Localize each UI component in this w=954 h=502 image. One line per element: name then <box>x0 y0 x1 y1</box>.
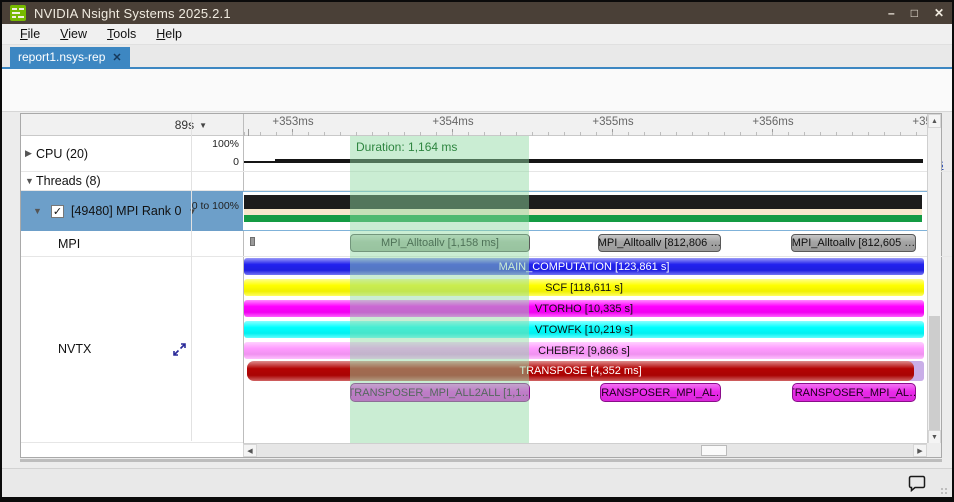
vertical-scrollbar[interactable]: ▲ ▼ <box>927 114 941 444</box>
thread-state-bar-black <box>244 195 922 209</box>
timeline-ruler[interactable]: 89s ▼ +353ms +354ms +355ms +356ms +357ms <box>21 114 941 136</box>
tree-row-mpi[interactable]: MPI <box>58 231 80 256</box>
tab-bar: report1.nsys-rep ✕ <box>2 45 952 69</box>
menu-file[interactable]: File <box>10 24 50 45</box>
nvtx-bar-label: VTOWFK [10,219 s] <box>534 323 634 336</box>
nvtx-range-transpose[interactable]: TRANSPOSE [4,352 ms] <box>247 361 914 381</box>
ruler-ticks-area: +353ms +354ms +355ms +356ms +357ms <box>243 114 927 136</box>
collapse-arrow-icon[interactable]: ▼ <box>33 206 44 216</box>
nvtx-range-main-computation[interactable]: MAIN_COMPUTATION [123,861 s] <box>244 258 924 275</box>
scroll-up-arrow[interactable]: ▲ <box>928 114 941 128</box>
feedback-bubble-icon[interactable] <box>908 474 926 492</box>
selection-duration-label: Duration: 1,164 ms <box>356 140 458 154</box>
column-separator <box>191 114 192 441</box>
menu-bar: File View Tools Help <box>2 24 952 45</box>
mpi-row-label: MPI <box>58 236 81 251</box>
nvtx-range-vtorho[interactable]: VTORHO [10,335 s] <box>244 300 924 317</box>
collapse-arrow-icon[interactable]: ▼ <box>25 176 36 186</box>
mpi-bar-label: MPI_Alltoallv [812,806 … <box>598 237 721 249</box>
tree-row-mpi-rank-selected[interactable]: ▼ ✓ [49480] MPI Rank 0 ▼ 0 to 100% <box>21 191 243 231</box>
cpu-scale-max: 100% <box>212 138 239 150</box>
nvtx-bar-label: CHEBFI2 [9,866 s] <box>538 344 630 357</box>
menu-view[interactable]: View <box>50 24 97 45</box>
status-bar <box>2 468 952 497</box>
menu-help[interactable]: Help <box>146 24 192 45</box>
cpu-utilization-line-thick <box>275 159 923 163</box>
mpi-bar-label: MPI_Alltoallv [812,605 … <box>791 237 916 249</box>
cpu-row-label: CPU (20) <box>36 146 89 161</box>
time-range-selector[interactable]: 89s ▼ <box>21 114 243 136</box>
mpi-alltoallv-bar[interactable]: MPI_Alltoallv [812,806 … <box>598 234 721 252</box>
nvtx-range-transposer[interactable]: TRANSPOSER_MPI_ALL2ALL [1,1… <box>350 383 530 402</box>
tick-label: +354ms <box>432 116 474 128</box>
scroll-down-arrow[interactable]: ▼ <box>928 430 941 444</box>
nvtx-range-transposer[interactable]: TRANSPOSER_MPI_AL… <box>792 383 916 402</box>
vertical-scroll-thumb[interactable] <box>929 316 940 430</box>
tab-report1[interactable]: report1.nsys-rep ✕ <box>10 47 130 67</box>
scroll-left-arrow[interactable]: ◀ <box>243 444 257 457</box>
minor-ticks <box>243 132 927 136</box>
threads-row-label: Threads (8) <box>36 174 101 188</box>
menu-tools[interactable]: Tools <box>97 24 146 45</box>
nvtx-range-chebfi2[interactable]: CHEBFI2 [9,866 s] <box>244 342 924 359</box>
mpi-alltoallv-bar[interactable]: MPI_Alltoallv [812,605 … <box>791 234 916 252</box>
cpu-scale-min: 0 <box>233 156 239 168</box>
rank-checkbox[interactable]: ✓ <box>51 204 64 218</box>
tree-row-nvtx[interactable]: NVTX <box>58 256 91 442</box>
expand-arrow-icon[interactable]: ▶ <box>25 148 36 159</box>
tree-row-threads[interactable]: ▼ Threads (8) <box>25 171 241 191</box>
nsight-systems-window: NVIDIA Nsight Systems 2025.2.1 – □ ✕ Fil… <box>0 0 954 502</box>
horizontal-scrollbar[interactable]: ◀ ▶ <box>243 443 927 457</box>
nvtx-row-label: NVTX <box>58 342 92 356</box>
minimize-button[interactable]: – <box>888 2 895 24</box>
mpi-alltoallv-bar[interactable]: MPI_Alltoallv [1,158 ms] <box>350 234 530 252</box>
app-logo-icon <box>10 5 26 21</box>
thread-state-bar-green <box>244 215 922 222</box>
timeline-panel: 89s ▼ +353ms +354ms +355ms +356ms +357ms… <box>20 113 952 458</box>
title-bar[interactable]: NVIDIA Nsight Systems 2025.2.1 – □ ✕ <box>2 2 952 24</box>
tab-close-icon[interactable]: ✕ <box>112 51 121 64</box>
nvtx-bar-label: SCF [118,611 s] <box>545 281 623 294</box>
horizontal-scroll-thumb[interactable] <box>701 445 727 456</box>
tick-label: +357ms <box>912 116 927 128</box>
chevron-down-icon: ▼ <box>199 120 207 130</box>
tick-label: +355ms <box>592 116 634 128</box>
tab-label: report1.nsys-rep <box>18 50 106 64</box>
scrollbar-corner <box>927 443 941 457</box>
nvtx-bar-label: TRANSPOSE [4,352 ms] <box>519 365 642 377</box>
tick-label: +353ms <box>272 116 314 128</box>
nvtx-bar-label: TRANSPOSER_MPI_AL… <box>600 386 721 399</box>
nvtx-bar-label: TRANSPOSER_MPI_ALL2ALL [1,1… <box>350 386 530 399</box>
scroll-right-arrow[interactable]: ▶ <box>913 444 927 457</box>
nvtx-bar-label: VTORHO [10,335 s] <box>534 302 634 315</box>
nvtx-range-transposer[interactable]: TRANSPOSER_MPI_AL… <box>600 383 721 402</box>
nvtx-bar-label: TRANSPOSER_MPI_AL… <box>792 386 916 399</box>
nvtx-range-vtowfk[interactable]: VTOWFK [10,219 s] <box>244 321 924 338</box>
expand-rows-icon[interactable] <box>173 343 186 356</box>
maximize-button[interactable]: □ <box>911 2 918 24</box>
mpi-bar-label: MPI_Alltoallv [1,158 ms] <box>381 237 499 249</box>
toolbar: Timeline View ▼ Options... ⇄ <box>2 69 952 178</box>
mpi-event-marker[interactable] <box>250 237 255 246</box>
window-title: NVIDIA Nsight Systems 2025.2.1 <box>34 5 231 21</box>
nvtx-bar-label: MAIN_COMPUTATION [123,861 s] <box>498 260 670 273</box>
panel-bottom-edge <box>20 459 942 462</box>
tick-label: +356ms <box>752 116 794 128</box>
rank-scale-label: 0 to 100% <box>191 200 239 212</box>
resize-grip[interactable] <box>940 487 948 495</box>
close-button[interactable]: ✕ <box>934 2 944 24</box>
nvtx-range-scf[interactable]: SCF [118,611 s] <box>244 279 924 296</box>
thread-timeline-row[interactable] <box>243 191 927 231</box>
rank-row-label: [49480] MPI Rank 0 <box>71 204 182 218</box>
